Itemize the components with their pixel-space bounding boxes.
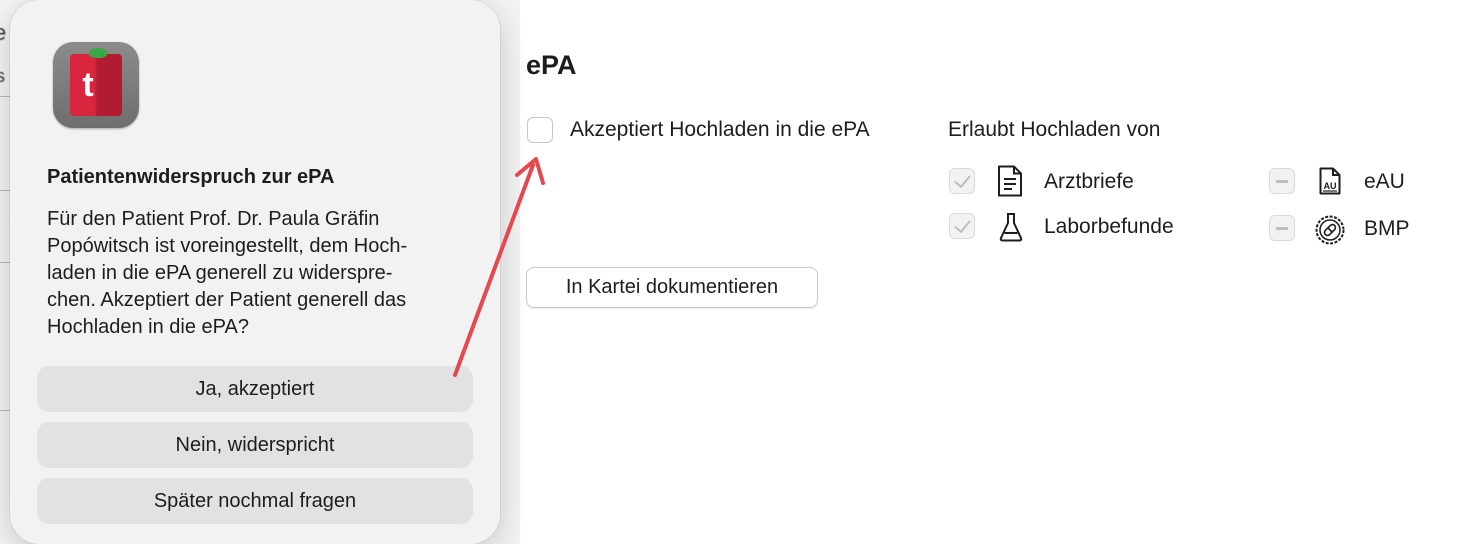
annotation-arrow <box>453 157 545 377</box>
